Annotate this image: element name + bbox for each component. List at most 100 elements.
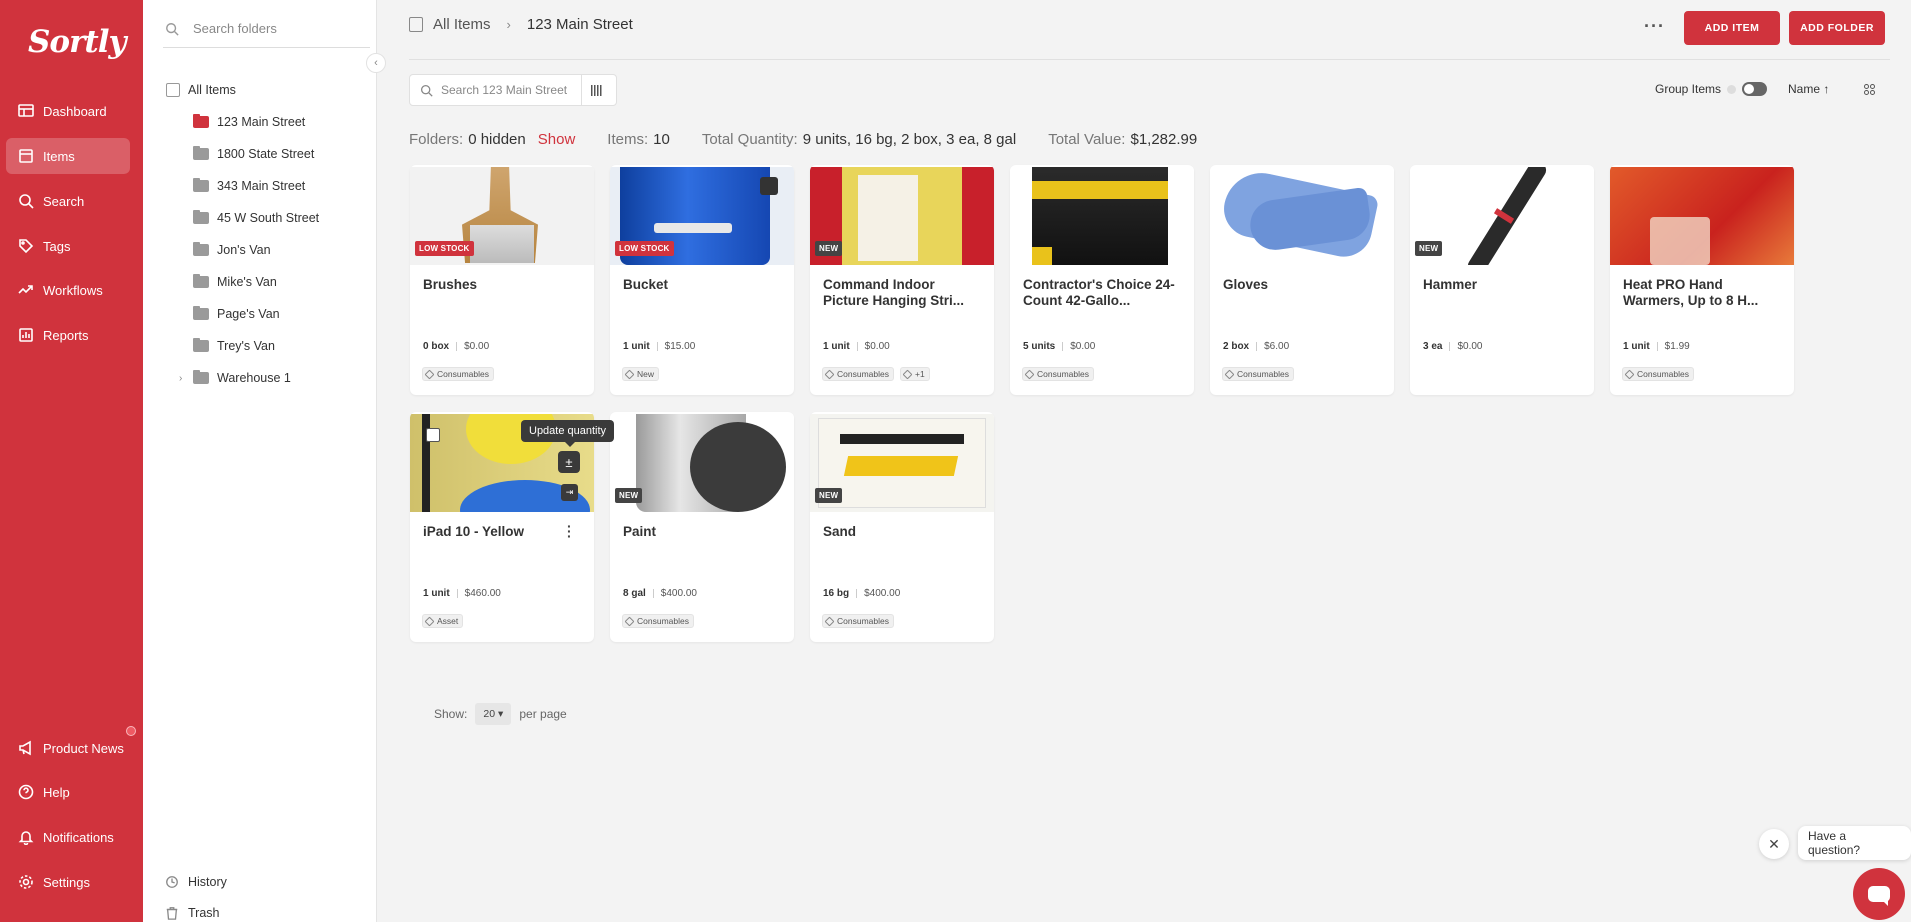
tree-label: 123 Main Street <box>217 115 306 129</box>
item-card-command-strips[interactable]: NEW Command Indoor Picture Hanging Stri.… <box>810 165 994 395</box>
item-name: Bucket <box>623 277 669 292</box>
item-quantity: 8 gal <box>623 588 646 599</box>
tree-folder-pages-van[interactable]: Page's Van <box>193 306 280 321</box>
item-quantity: 3 ea <box>1423 341 1443 352</box>
item-price: $0.00 <box>1457 341 1483 352</box>
plus-minus-icon: ± <box>565 454 573 470</box>
item-price: $460.00 <box>464 588 501 599</box>
tree-folder-123-main-street[interactable]: 123 Main Street <box>193 114 306 129</box>
nav-dashboard[interactable]: Dashboard <box>6 93 130 129</box>
folder-icon <box>193 370 209 384</box>
item-card-brushes[interactable]: LOW STOCK Brushes 0 box $0.00 Consumables <box>410 165 594 395</box>
nav-reports[interactable]: Reports <box>6 317 130 353</box>
item-name: Brushes <box>423 277 478 292</box>
update-quantity-button[interactable]: ± <box>558 451 580 473</box>
item-meta: 1 unit $1.99 <box>1623 341 1690 352</box>
sort-dropdown[interactable]: Name ↑ <box>1788 82 1829 96</box>
nav-product-news[interactable]: Product News <box>6 730 130 766</box>
item-tag: Consumables <box>622 614 694 628</box>
breadcrumb-all-items[interactable]: All Items <box>433 16 491 33</box>
tree-label: All Items <box>188 83 236 97</box>
status-badge: NEW <box>615 488 643 503</box>
per-page-value: 20 <box>483 708 496 720</box>
folder-panel: Search folders ‹ All Items 123 Main Stre… <box>143 0 386 922</box>
item-meta: 1 unit $460.00 <box>423 588 501 599</box>
item-quantity: 1 unit <box>623 341 650 352</box>
tree-folder-treys-van[interactable]: Trey's Van <box>193 338 275 353</box>
move-item-button[interactable]: ⇥ <box>561 484 578 501</box>
item-card-hammer[interactable]: NEW Hammer 3 ea $0.00 <box>1410 165 1594 395</box>
info-icon[interactable] <box>1727 84 1737 94</box>
tree-folder-warehouse-1[interactable]: › Warehouse 1 <box>179 370 291 385</box>
item-name: Sand <box>823 524 857 539</box>
chat-launcher-button[interactable] <box>1853 868 1905 920</box>
item-search-input[interactable]: Search 123 Main Street <box>409 74 617 106</box>
chat-prompt[interactable]: Have a question? <box>1798 826 1911 860</box>
item-quantity: 2 box <box>1223 341 1250 352</box>
group-items-label: Group Items <box>1655 82 1722 96</box>
nav-help[interactable]: Help <box>6 774 130 810</box>
add-folder-button[interactable]: ADD FOLDER <box>1789 11 1885 45</box>
nav-notifications[interactable]: Notifications <box>6 819 130 855</box>
tree-folder-mikes-van[interactable]: Mike's Van <box>193 274 277 289</box>
per-page-select[interactable]: 20 ▾ <box>475 703 512 725</box>
show-label: Show: <box>434 707 468 721</box>
close-icon: ✕ <box>1768 835 1780 852</box>
item-tag: Asset <box>422 614 464 628</box>
item-quantity: 16 bg <box>823 588 850 599</box>
history-label: History <box>188 875 227 889</box>
tree-all-items[interactable]: All Items <box>166 83 236 97</box>
trash-link[interactable]: Trash <box>165 906 220 920</box>
chevron-right-icon: › <box>506 17 511 32</box>
main-nav: Sortly Dashboard Items Search Tags Workf… <box>0 0 143 922</box>
tree-folder-343-main-street[interactable]: 343 Main Street <box>193 178 305 193</box>
item-card-sand[interactable]: NEW Sand 16 bg $400.00 Consumables <box>810 412 994 642</box>
item-card-bucket[interactable]: LOW STOCK Bucket 1 unit $15.00 New <box>610 165 794 395</box>
group-items-toggle[interactable] <box>1742 82 1768 96</box>
history-icon <box>166 876 178 888</box>
tree-label: Trey's Van <box>217 339 275 353</box>
add-item-button[interactable]: ADD ITEM <box>1684 11 1780 45</box>
item-price: $6.00 <box>1264 341 1290 352</box>
item-price: $0.00 <box>1070 341 1096 352</box>
history-link[interactable]: History <box>165 875 227 889</box>
nav-search[interactable]: Search <box>6 183 130 219</box>
show-hidden-folders-link[interactable]: Show <box>538 131 576 148</box>
sortly-logo[interactable]: Sortly <box>28 24 127 60</box>
nav-settings[interactable]: Settings <box>6 864 130 900</box>
nav-items[interactable]: Items <box>6 138 130 174</box>
item-tag-more: +1 <box>899 367 930 381</box>
nav-label: Tags <box>43 238 71 254</box>
item-name: iPad 10 - Yellow <box>423 524 525 539</box>
close-chat-prompt-button[interactable]: ✕ <box>1759 829 1789 859</box>
item-name: Heat PRO Hand Warmers, Up to 8 H... <box>1623 277 1759 308</box>
folder-icon <box>193 242 209 256</box>
more-options-icon[interactable]: ··· <box>1644 16 1665 37</box>
folder-search-input[interactable]: Search folders <box>163 10 370 48</box>
nav-tags[interactable]: Tags <box>6 228 130 264</box>
inventory-summary: Folders: 0 hidden Show Items: 10 Total Q… <box>409 131 1229 148</box>
item-menu-icon[interactable]: · · · <box>567 519 572 543</box>
grid-view-icon[interactable] <box>1864 84 1875 95</box>
update-quantity-tooltip: Update quantity <box>521 420 615 447</box>
select-item-checkbox[interactable] <box>426 428 440 442</box>
status-badge: NEW <box>1415 241 1443 256</box>
chevron-right-icon[interactable]: › <box>179 373 191 384</box>
tree-folder-jons-van[interactable]: Jon's Van <box>193 242 271 257</box>
tree-folder-1800-state-street[interactable]: 1800 State Street <box>193 146 314 161</box>
nav-workflows[interactable]: Workflows <box>6 272 130 308</box>
item-tag: Consumables <box>1022 367 1094 381</box>
item-quantity: 0 box <box>423 341 450 352</box>
item-card-gloves[interactable]: Gloves 2 box $6.00 Consumables <box>1210 165 1394 395</box>
divider <box>409 59 1890 60</box>
tree-folder-45-w-south-street[interactable]: 45 W South Street <box>193 210 319 225</box>
item-card-contractor-bags[interactable]: Contractor's Choice 24-Count 42-Gallo...… <box>1010 165 1194 395</box>
item-meta: 1 unit $15.00 <box>623 341 695 352</box>
barcode-scan-button[interactable] <box>581 75 610 105</box>
item-meta: 0 box $0.00 <box>423 341 489 352</box>
item-name: Contractor's Choice 24-Count 42-Gallo... <box>1023 277 1175 308</box>
item-card-paint[interactable]: NEW Paint 8 gal $400.00 Consumables <box>610 412 794 642</box>
nav-label: Product News <box>43 740 124 756</box>
folder-icon <box>193 178 209 192</box>
item-card-hand-warmers[interactable]: Heat PRO Hand Warmers, Up to 8 H... 1 un… <box>1610 165 1794 395</box>
